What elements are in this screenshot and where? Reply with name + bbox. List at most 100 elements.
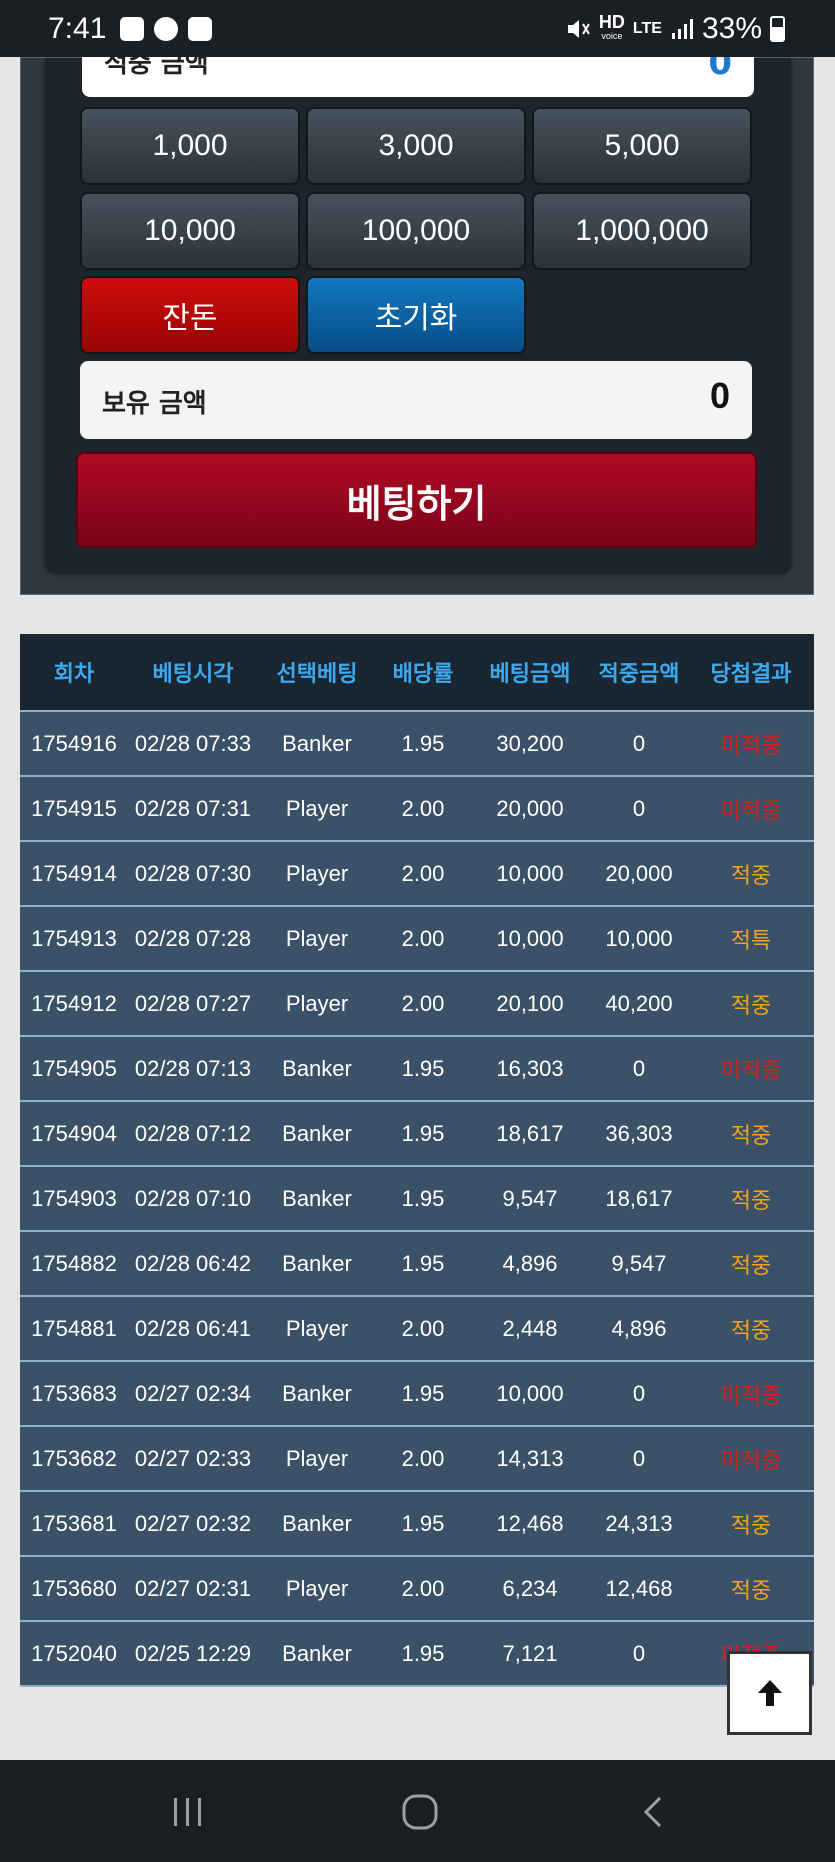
- table-row: 1754904 02/28 07:12 Banker 1.95 18,617 36,303…: [20, 1102, 814, 1167]
- header-selection: 선택베팅: [276, 662, 358, 687]
- chip-button-3000[interactable]: 3,000: [306, 107, 526, 185]
- cell-round: 1754916: [31, 730, 117, 756]
- table-row: 1754915 02/28 07:31 Player 2.00 20,000 0 미적중: [20, 777, 814, 842]
- cell-bet-amount: 30,200: [496, 730, 564, 756]
- scroll-top-button[interactable]: [727, 1651, 812, 1735]
- back-button[interactable]: [632, 1790, 676, 1834]
- status-bar: 7:41 HD voice LTE 33%: [0, 0, 835, 57]
- cell-round: 1754913: [31, 925, 117, 951]
- cell-selection: Banker: [282, 1380, 352, 1406]
- chip-button-100000[interactable]: 100,000: [306, 192, 526, 270]
- cell-bet-amount: 10,000: [496, 860, 564, 886]
- cell-win-amount: 0: [632, 795, 646, 821]
- cell-bet-time: 02/28 07:27: [134, 990, 252, 1016]
- hd-voice-indicator: HD voice: [598, 12, 625, 41]
- cell-result: 적중: [730, 1513, 772, 1539]
- cell-bet-time: 02/28 07:30: [134, 860, 252, 886]
- cell-result: 적중: [730, 1578, 772, 1604]
- header-bet-time: 베팅시각: [152, 662, 234, 687]
- cell-round: 1754903: [31, 1185, 117, 1211]
- cell-odds: 1.95: [401, 1510, 445, 1536]
- balance-value: 0: [709, 375, 730, 416]
- cell-bet-time: 02/28 07:12: [134, 1120, 252, 1146]
- cell-result: 미적중: [720, 1448, 782, 1474]
- table-row: 1753680 02/27 02:31 Player 2.00 6,234 12,468 적…: [20, 1557, 814, 1622]
- change-button[interactable]: 잔돈: [80, 276, 300, 354]
- chip-button-1000[interactable]: 1,000: [80, 107, 300, 185]
- table-row: 1754912 02/28 07:27 Player 2.00 20,100 40,200…: [20, 972, 814, 1037]
- back-icon: [643, 1796, 662, 1828]
- table-row: 1754916 02/28 07:33 Banker 1.95 30,200 0 미적중: [20, 712, 814, 777]
- cell-odds: 2.00: [401, 990, 445, 1016]
- cell-round: 1754881: [31, 1315, 117, 1341]
- cell-win-amount: 0: [632, 1640, 646, 1666]
- cell-odds: 2.00: [401, 1315, 445, 1341]
- cell-selection: Player: [285, 925, 349, 951]
- chip-button-5000[interactable]: 5,000: [532, 107, 752, 185]
- cell-odds: 1.95: [401, 1185, 445, 1211]
- cell-odds: 1.95: [401, 1640, 445, 1666]
- cell-result: 미적중: [720, 798, 782, 824]
- table-row: 1754903 02/28 07:10 Banker 1.95 9,547 18,617 적…: [20, 1167, 814, 1232]
- table-row: 1754913 02/28 07:28 Player 2.00 10,000 10,000…: [20, 907, 814, 972]
- reset-button[interactable]: 초기화: [306, 276, 526, 354]
- cell-result: 적중: [730, 1318, 772, 1344]
- cell-bet-time: 02/28 07:10: [134, 1185, 252, 1211]
- cell-round: 1754912: [31, 990, 117, 1016]
- table-row: 1753682 02/27 02:33 Player 2.00 14,313 0 미적중: [20, 1427, 814, 1492]
- cell-selection: Player: [285, 860, 349, 886]
- header-win-amount: 적중금액: [598, 662, 680, 687]
- cell-win-amount: 12,468: [605, 1575, 673, 1601]
- balance-label: 보유 금액: [102, 389, 207, 419]
- header-odds: 배당률: [392, 662, 454, 687]
- cell-odds: 2.00: [401, 860, 445, 886]
- lte-indicator: LTE: [632, 20, 662, 37]
- notification-icons: [120, 17, 212, 41]
- win-amount-label: 적중 금액: [104, 57, 209, 79]
- cell-bet-amount: 18,617: [496, 1120, 564, 1146]
- chip-button-1000000[interactable]: 1,000,000: [532, 192, 752, 270]
- table-row: 175204002/25 12:29Banker1.957,1210미적중: [20, 1622, 814, 1687]
- cell-bet-time: 02/28 07:13: [134, 1055, 252, 1081]
- cell-result: 적중: [730, 1123, 772, 1149]
- cell-bet-time: 02/27 02:34: [134, 1380, 252, 1406]
- cell-selection: Banker: [282, 1055, 352, 1081]
- cell-bet-amount: 6,234: [502, 1575, 558, 1601]
- cell-bet-amount: 12,468: [496, 1510, 564, 1536]
- cell-win-amount: 36,303: [605, 1120, 673, 1146]
- arrow-up-icon: [757, 1680, 782, 1706]
- cell-bet-amount: 20,100: [496, 990, 564, 1016]
- table-row: 1754881 02/28 06:41 Player 2.00 2,448 4,896 적중: [20, 1297, 814, 1362]
- cell-win-amount: 24,313: [605, 1510, 673, 1536]
- cell-bet-amount: 7,121: [502, 1640, 558, 1666]
- cell-selection: Banker: [282, 730, 352, 756]
- bet-history-table: 회차 베팅시각 선택베팅 배당률 베팅금액 적중금액 당첨결과 1754916 0…: [20, 634, 814, 1687]
- cell-selection: Banker: [282, 1640, 352, 1666]
- recent-apps-button[interactable]: [166, 1790, 210, 1834]
- cell-result: 적중: [730, 863, 772, 889]
- cell-result: 적중: [730, 1253, 772, 1279]
- chip-button-10000[interactable]: 10,000: [80, 192, 300, 270]
- cell-result: 미적중: [720, 1058, 782, 1084]
- app-notification-icon: [188, 17, 212, 41]
- home-button[interactable]: [398, 1790, 442, 1834]
- cell-bet-amount: 2,448: [502, 1315, 558, 1341]
- cell-selection: Banker: [282, 1510, 352, 1536]
- cell-bet-amount: 16,303: [496, 1055, 564, 1081]
- table-header: 회차 베팅시각 선택베팅 배당률 베팅금액 적중금액 당첨결과: [20, 634, 814, 712]
- status-time: 7:41: [48, 12, 107, 45]
- table-row: 1753681 02/27 02:32 Banker 1.95 12,468 24,313…: [20, 1492, 814, 1557]
- cell-odds: 2.00: [401, 795, 445, 821]
- cell-win-amount: 9,547: [611, 1250, 667, 1276]
- cell-result: 적중: [730, 1188, 772, 1214]
- cell-round: 1752040: [31, 1640, 117, 1666]
- cell-round: 1753680: [31, 1575, 117, 1601]
- home-icon: [402, 1794, 438, 1830]
- cell-selection: Banker: [282, 1250, 352, 1276]
- place-bet-button[interactable]: 베팅하기: [76, 452, 757, 548]
- cloud-icon: [154, 17, 178, 41]
- cell-round: 1753683: [31, 1380, 117, 1406]
- cell-bet-time: 02/25 12:29: [134, 1640, 252, 1666]
- header-result: 당첨결과: [710, 662, 792, 687]
- cell-bet-amount: 4,896: [502, 1250, 558, 1276]
